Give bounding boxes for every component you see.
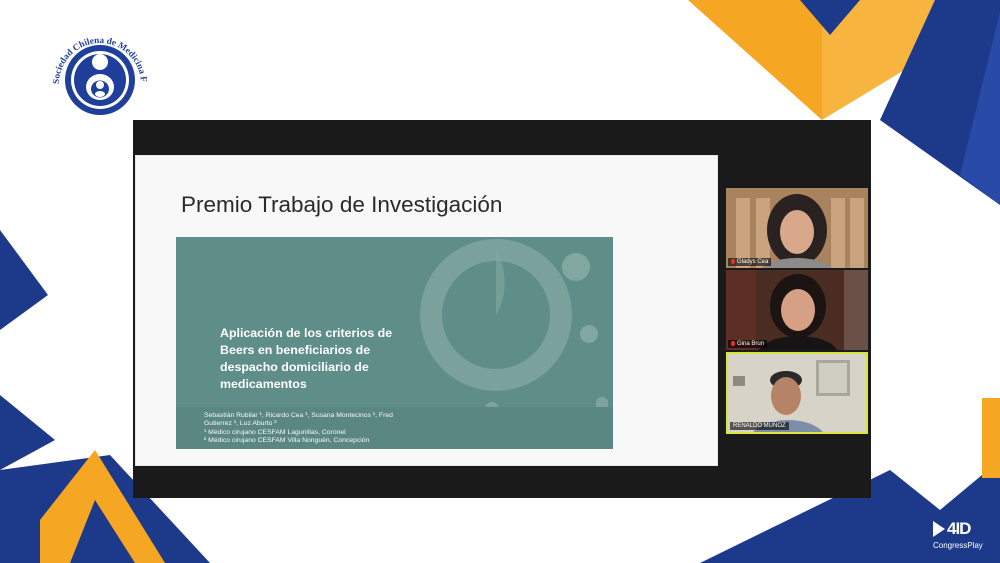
congressplay-logo: 4ID CongressPlay (931, 519, 989, 555)
participant-name-text: RENALDO MUÑOZ (733, 423, 786, 429)
paper-title-line: Aplicación de los criterios de (220, 326, 393, 340)
participant-name: RENALDO MUÑOZ (730, 422, 789, 430)
participant-tile-active-speaker[interactable]: RENALDO MUÑOZ (726, 352, 868, 434)
shared-slide: Premio Trabajo de Investigación Aplicaci… (135, 155, 718, 466)
mic-muted-icon (731, 258, 735, 264)
orange-shape-top (688, 0, 822, 120)
authors-line: Gutierrez ¹, Luz Aburto ² (204, 420, 277, 428)
participant-name: Gladys Cea (728, 257, 772, 266)
participant-tile[interactable]: Gina Brun (726, 270, 868, 350)
participant-tile[interactable]: Gladys Cea (726, 188, 868, 268)
affiliation-line: ¹ Médico cirujano CESFAM Lagunillas, Cor… (204, 428, 346, 436)
participant-name: Gina Brun (728, 339, 768, 348)
authors-block: Sebastián Rubilar ¹, Ricardo Cea ¹, Susa… (204, 412, 444, 445)
navy-shape-left-low (0, 395, 55, 470)
paper-title: Aplicación de los criterios de Beers en … (220, 325, 430, 393)
society-logo: Sociedad Chilena de Medicina Familiar (41, 14, 155, 132)
orange-shape-right (982, 398, 1000, 478)
paper-title-card: Aplicación de los criterios de Beers en … (176, 237, 613, 449)
paper-title-line: medicamentos (220, 377, 307, 391)
participant-video (726, 270, 868, 350)
mic-muted-icon (731, 340, 735, 346)
affiliation-line: ² Médico cirujano CESFAM Villa Nonguén, … (204, 436, 370, 444)
play-arrow-icon (933, 521, 945, 537)
paper-title-line: despacho domiciliario de (220, 360, 369, 374)
brand-sub-text: CongressPlay (933, 541, 983, 550)
participant-name-text: Gladys Cea (737, 259, 769, 265)
paper-title-line: Beers en beneficiarios de (220, 343, 371, 357)
brand-main-text: 4ID (947, 519, 971, 538)
navy-shape-left (0, 230, 48, 330)
slide-title: Premio Trabajo de Investigación (181, 192, 503, 217)
participant-name-text: Gina Brun (737, 341, 765, 347)
participant-video (726, 188, 868, 268)
authors-line: Sebastián Rubilar ¹, Ricardo Cea ¹, Susa… (204, 412, 393, 419)
